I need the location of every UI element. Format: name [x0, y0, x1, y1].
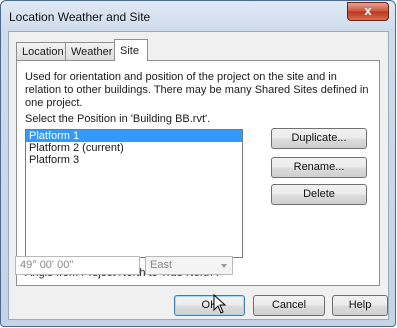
close-icon: x: [364, 3, 372, 18]
direction-select[interactable]: East: [145, 256, 233, 275]
dialog-window: Location Weather and Site x Location Wea…: [0, 0, 396, 327]
delete-button[interactable]: Delete: [271, 184, 367, 205]
ok-button[interactable]: OK: [174, 295, 245, 316]
dialog-body: Location Weather Site Used for orientati…: [8, 31, 389, 320]
cancel-button[interactable]: Cancel: [253, 295, 325, 316]
select-position-label: Select the Position in 'Building BB.rvt'…: [25, 113, 211, 125]
close-button[interactable]: x: [347, 2, 389, 21]
site-description: Used for orientation and position of the…: [25, 71, 369, 109]
list-item[interactable]: Platform 3: [26, 154, 242, 166]
angle-input[interactable]: 49° 00' 00": [15, 256, 140, 275]
tab-site[interactable]: Site: [114, 39, 148, 61]
dialog-title: Location Weather and Site: [9, 10, 151, 24]
positions-listbox[interactable]: Platform 1 Platform 2 (current) Platform…: [25, 129, 243, 258]
list-item[interactable]: Platform 2 (current): [26, 142, 242, 154]
direction-value: East: [150, 259, 173, 271]
duplicate-button[interactable]: Duplicate...: [271, 128, 367, 149]
chevron-down-icon: [221, 264, 227, 268]
rename-button[interactable]: Rename...: [271, 157, 367, 178]
site-panel: Used for orientation and position of the…: [16, 60, 380, 286]
list-item[interactable]: Platform 1: [26, 130, 242, 142]
tab-location[interactable]: Location: [16, 42, 66, 60]
tab-weather[interactable]: Weather: [65, 42, 115, 60]
help-button[interactable]: Help: [332, 295, 388, 316]
mouse-pointer-icon: [213, 294, 227, 314]
